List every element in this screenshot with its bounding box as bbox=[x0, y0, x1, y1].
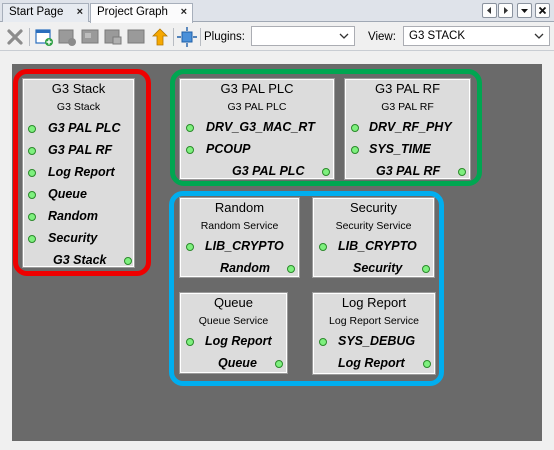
node-subtitle: G3 Stack bbox=[56, 101, 101, 113]
remove-component-icon[interactable] bbox=[57, 27, 77, 47]
chevron-down-icon bbox=[534, 33, 544, 39]
port-dot-icon[interactable] bbox=[319, 338, 327, 346]
output-port[interactable]: Queue bbox=[218, 356, 257, 370]
tab-label: Start Page bbox=[9, 6, 64, 18]
output-port[interactable]: G3 Stack bbox=[53, 253, 107, 267]
graph-canvas[interactable]: G3 Stack G3 Stack G3 PAL PLC G3 PAL RF L… bbox=[12, 64, 542, 441]
dependency-port[interactable]: PCOUP bbox=[206, 142, 250, 156]
port-dot-icon[interactable] bbox=[28, 213, 36, 221]
plugins-label: Plugins: bbox=[204, 31, 245, 43]
port-dot-icon[interactable] bbox=[186, 243, 194, 251]
port-dot-icon[interactable] bbox=[351, 146, 359, 154]
port-dot-icon[interactable] bbox=[28, 125, 36, 133]
node-queue[interactable]: Queue Queue Service Log Report Queue bbox=[179, 292, 288, 374]
dependency-port[interactable]: Queue bbox=[48, 187, 87, 201]
node-title: Random bbox=[214, 200, 265, 215]
dependency-port[interactable]: LIB_CRYPTO bbox=[338, 239, 417, 253]
node-title: G3 PAL PLC bbox=[220, 81, 294, 96]
close-icon[interactable]: × bbox=[181, 4, 187, 21]
tab-strip: Start Page × Project Graph × bbox=[0, 0, 554, 23]
view-label: View: bbox=[368, 31, 396, 43]
node-title: Security bbox=[350, 200, 397, 215]
add-component-icon[interactable] bbox=[34, 27, 54, 47]
toolbar-separator bbox=[173, 28, 174, 46]
dependency-port[interactable]: DRV_G3_MAC_RT bbox=[206, 120, 315, 134]
expand-icon[interactable] bbox=[126, 27, 146, 47]
port-dot-icon[interactable] bbox=[319, 243, 327, 251]
node-title: G3 Stack bbox=[51, 81, 106, 96]
output-port[interactable]: Random bbox=[220, 261, 270, 275]
tab-project-graph[interactable]: Project Graph × bbox=[90, 3, 193, 23]
port-dot-icon[interactable] bbox=[351, 124, 359, 132]
toolbar: Plugins: View: G3 STACK bbox=[0, 23, 554, 51]
dependency-port[interactable]: G3 PAL PLC bbox=[48, 121, 120, 135]
toolbar-separator bbox=[29, 28, 30, 46]
dependency-port[interactable]: Random bbox=[48, 209, 98, 223]
dependency-port[interactable]: G3 PAL RF bbox=[48, 143, 112, 157]
node-log-report[interactable]: Log Report Log Report Service SYS_DEBUG … bbox=[312, 292, 436, 375]
auto-layout-icon[interactable] bbox=[177, 27, 197, 47]
dependency-port[interactable]: SYS_TIME bbox=[369, 142, 431, 156]
port-dot-icon[interactable] bbox=[124, 257, 132, 265]
port-dot-icon[interactable] bbox=[423, 360, 431, 368]
output-port[interactable]: Security bbox=[353, 261, 402, 275]
view-dropdown[interactable]: G3 STACK bbox=[403, 26, 550, 46]
dependency-port[interactable]: Security bbox=[48, 231, 97, 245]
port-dot-icon[interactable] bbox=[28, 169, 36, 177]
port-dot-icon[interactable] bbox=[28, 147, 36, 155]
port-dot-icon[interactable] bbox=[422, 265, 430, 273]
view-value: G3 STACK bbox=[409, 30, 466, 42]
node-subtitle: Queue Service bbox=[198, 315, 269, 327]
node-title: Log Report bbox=[341, 295, 407, 310]
tab-start-page[interactable]: Start Page × bbox=[2, 3, 89, 22]
dependency-port[interactable]: LIB_CRYPTO bbox=[205, 239, 284, 253]
dependency-port[interactable]: Log Report bbox=[48, 165, 115, 179]
output-port[interactable]: G3 PAL PLC bbox=[232, 164, 304, 178]
port-dot-icon[interactable] bbox=[28, 235, 36, 243]
plugins-dropdown[interactable] bbox=[251, 26, 355, 46]
scroll-right-icon[interactable] bbox=[498, 3, 513, 18]
chevron-down-icon bbox=[339, 33, 349, 39]
dependency-port[interactable]: DRV_RF_PHY bbox=[369, 120, 452, 134]
node-subtitle: G3 PAL RF bbox=[381, 101, 434, 113]
node-title: Queue bbox=[213, 295, 254, 310]
scroll-left-icon[interactable] bbox=[482, 3, 497, 18]
port-dot-icon[interactable] bbox=[28, 191, 36, 199]
dependency-port[interactable]: SYS_DEBUG bbox=[338, 334, 415, 348]
delete-icon[interactable] bbox=[5, 27, 25, 47]
port-dot-icon[interactable] bbox=[186, 338, 194, 346]
group-icon[interactable] bbox=[103, 27, 123, 47]
output-port[interactable]: Log Report bbox=[338, 356, 405, 370]
port-dot-icon[interactable] bbox=[458, 168, 466, 176]
toolbar-separator bbox=[200, 28, 201, 46]
output-port[interactable]: G3 PAL RF bbox=[376, 164, 440, 178]
tab-label: Project Graph bbox=[97, 6, 168, 18]
node-subtitle: G3 PAL PLC bbox=[227, 101, 287, 113]
node-random[interactable]: Random Random Service LIB_CRYPTO Random bbox=[179, 197, 300, 278]
graph-panel: G3 Stack G3 Stack G3 PAL PLC G3 PAL RF L… bbox=[0, 52, 554, 450]
collapse-icon[interactable] bbox=[80, 27, 100, 47]
node-g3-pal-rf[interactable]: G3 PAL RF G3 PAL RF DRV_RF_PHY SYS_TIME … bbox=[344, 78, 471, 180]
port-dot-icon[interactable] bbox=[322, 168, 330, 176]
port-dot-icon[interactable] bbox=[186, 124, 194, 132]
node-g3-pal-plc[interactable]: G3 PAL PLC G3 PAL PLC DRV_G3_MAC_RT PCOU… bbox=[179, 78, 335, 180]
move-up-icon[interactable] bbox=[150, 27, 170, 47]
close-icon[interactable]: × bbox=[77, 4, 83, 21]
port-dot-icon[interactable] bbox=[275, 360, 283, 368]
node-g3-stack[interactable]: G3 Stack G3 Stack G3 PAL PLC G3 PAL RF L… bbox=[22, 78, 135, 268]
port-dot-icon[interactable] bbox=[186, 146, 194, 154]
tab-list-icon[interactable] bbox=[517, 3, 532, 18]
node-security[interactable]: Security Security Service LIB_CRYPTO Sec… bbox=[312, 197, 435, 278]
node-subtitle: Random Service bbox=[200, 220, 279, 232]
node-subtitle: Log Report Service bbox=[329, 315, 419, 327]
node-title: G3 PAL RF bbox=[374, 81, 441, 96]
node-subtitle: Security Service bbox=[335, 220, 412, 232]
dependency-port[interactable]: Log Report bbox=[205, 334, 272, 348]
close-icon[interactable] bbox=[535, 3, 550, 18]
port-dot-icon[interactable] bbox=[287, 265, 295, 273]
